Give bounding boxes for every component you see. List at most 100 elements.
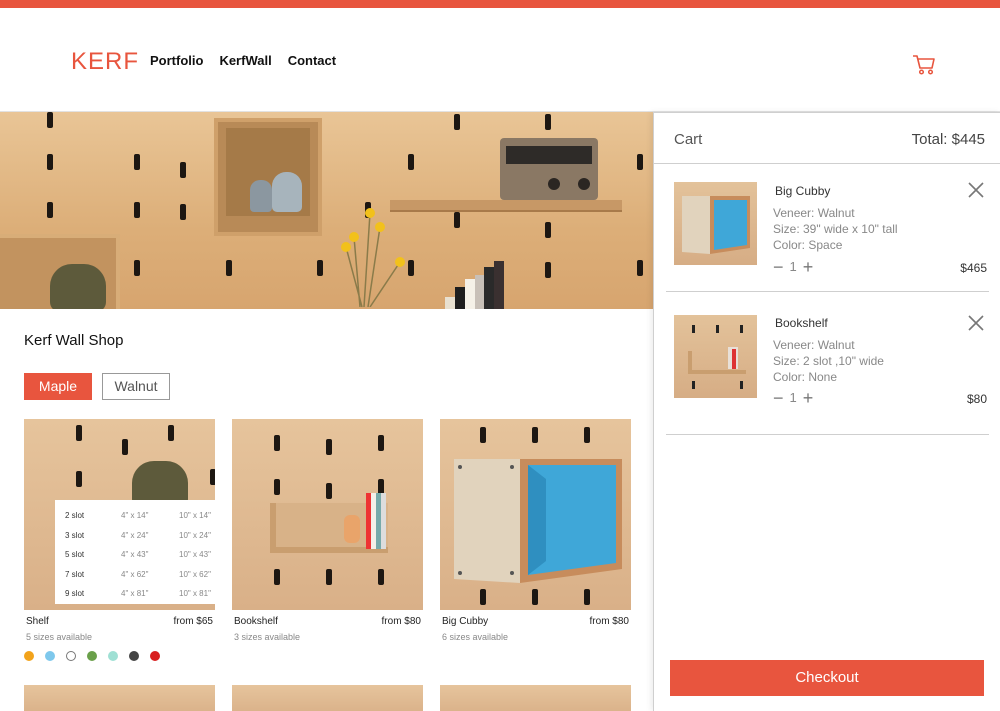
cart-item-size: Size: 39" wide x 10" tall: [773, 222, 898, 236]
size-slot: 2 slot: [65, 511, 85, 521]
size-slot: 9 slot: [65, 589, 85, 599]
plus-icon[interactable]: +: [803, 258, 814, 276]
cart-item-veneer: Veneer: Walnut: [773, 338, 855, 352]
product-name[interactable]: Bookshelf: [234, 616, 278, 627]
size-slot: 7 slot: [65, 569, 85, 579]
cart-title: Cart: [674, 131, 703, 148]
cubby-icon: [682, 196, 750, 254]
product-card-big-cubby[interactable]: Big Cubby from $80 6 sizes available: [440, 419, 631, 642]
peg-slot: [122, 439, 128, 455]
swatch-green[interactable]: [87, 651, 97, 661]
size-walnut: 10" x 62": [179, 569, 211, 579]
peg-slot: [134, 202, 140, 218]
cart-icon[interactable]: [912, 54, 936, 76]
cart-item-color: Color: Space: [773, 238, 843, 252]
color-swatches: [24, 651, 160, 661]
product-card-next-row[interactable]: [440, 685, 631, 711]
peg-slot: [532, 589, 538, 605]
peg-slot: [226, 260, 232, 276]
peg-slot: [47, 154, 53, 170]
toy-deer-icon: [344, 515, 360, 543]
swatch-white[interactable]: [66, 651, 76, 661]
peg-slot: [637, 154, 643, 170]
minus-icon[interactable]: −: [773, 258, 784, 276]
quantity-value: 1: [789, 390, 797, 405]
peg-slot: [47, 202, 53, 218]
peg-slot: [545, 114, 551, 130]
quantity-stepper: − 1 +: [773, 389, 814, 407]
swatch-mint[interactable]: [108, 651, 118, 661]
cart-header: Cart Total: $445: [654, 113, 1000, 164]
plus-icon[interactable]: +: [803, 389, 814, 407]
peg-slot: [584, 589, 590, 605]
peg-slot: [408, 154, 414, 170]
peg-slot: [545, 262, 551, 278]
vase-small: [250, 180, 272, 212]
hero-banner-image: [0, 112, 655, 309]
peg-slot: [168, 425, 174, 441]
peg-slot: [532, 427, 538, 443]
peg-slot: [326, 569, 332, 585]
cart-item-image: [674, 315, 757, 398]
quantity-stepper: − 1 +: [773, 258, 814, 276]
product-price: from $65: [173, 616, 213, 627]
cart-item-name: Bookshelf: [775, 316, 828, 330]
size-row: 5 slot 4" x 43" 10" x 43": [65, 545, 215, 565]
hero-pot: [50, 264, 106, 309]
product-image-bookshelf[interactable]: [232, 419, 423, 610]
peg-slot: [134, 260, 140, 276]
bookshelf-icon: [688, 325, 746, 389]
close-icon[interactable]: [967, 181, 985, 199]
cart-item-color: Color: None: [773, 370, 838, 384]
close-icon[interactable]: [967, 314, 985, 332]
product-card-next-row[interactable]: [24, 685, 215, 711]
product-sizes: 5 sizes available: [26, 632, 93, 642]
shop-title: Kerf Wall Shop: [24, 332, 124, 349]
kerf-logo[interactable]: KERF: [71, 48, 139, 76]
vase-large: [272, 172, 302, 212]
product-image-big-cubby[interactable]: [440, 419, 631, 610]
size-maple: 4" x 14": [121, 511, 149, 521]
peg-slot: [326, 439, 332, 455]
size-maple: 4" x 43": [121, 550, 149, 560]
cart-panel: Cart Total: $445 Big Cubby Veneer: Walnu…: [653, 112, 1000, 711]
quantity-value: 1: [789, 259, 797, 274]
cart-item-veneer: Veneer: Walnut: [773, 206, 855, 220]
product-name[interactable]: Big Cubby: [442, 616, 488, 627]
size-slot: 3 slot: [65, 530, 85, 540]
nav-portfolio[interactable]: Portfolio: [150, 53, 203, 68]
cart-item-big-cubby: Big Cubby Veneer: Walnut Size: 39" wide …: [666, 165, 989, 292]
product-card-shelf[interactable]: 2 slot 4" x 14" 10" x 14" 3 slot 4" x 24…: [24, 419, 215, 642]
cart-item-price: $465: [960, 261, 987, 275]
size-table: 2 slot 4" x 14" 10" x 14" 3 slot 4" x 24…: [55, 500, 215, 604]
product-card-bookshelf[interactable]: Bookshelf from $80 3 sizes available: [232, 419, 423, 642]
swatch-dark-grey[interactable]: [129, 651, 139, 661]
swatch-light-blue[interactable]: [45, 651, 55, 661]
size-walnut: 10" x 81": [179, 589, 211, 599]
size-maple: 4" x 24": [121, 530, 149, 540]
product-card-next-row[interactable]: [232, 685, 423, 711]
product-image-shelf[interactable]: 2 slot 4" x 14" 10" x 14" 3 slot 4" x 24…: [24, 419, 215, 610]
hero-plank-shelf: [390, 200, 622, 210]
books-icon: [445, 261, 504, 309]
nav-kerfwall[interactable]: KerfWall: [219, 53, 271, 68]
product-sizes: 3 sizes available: [234, 632, 301, 642]
size-walnut: 10" x 24": [179, 530, 211, 540]
minus-icon[interactable]: −: [773, 389, 784, 407]
swatch-red[interactable]: [150, 651, 160, 661]
veneer-walnut-button[interactable]: Walnut: [102, 373, 170, 400]
size-walnut: 10" x 43": [179, 550, 211, 560]
swatch-orange[interactable]: [24, 651, 34, 661]
peg-slot: [378, 435, 384, 451]
cart-item-name: Big Cubby: [775, 184, 831, 198]
product-name[interactable]: Shelf: [26, 616, 49, 627]
main-nav: Portfolio KerfWall Contact: [150, 53, 336, 68]
peg-slot: [76, 471, 82, 487]
veneer-maple-button[interactable]: Maple: [24, 373, 92, 400]
peg-slot: [378, 569, 384, 585]
nav-contact[interactable]: Contact: [288, 53, 336, 68]
cart-item-image: [674, 182, 757, 265]
size-row: 2 slot 4" x 14" 10" x 14": [65, 506, 215, 526]
cart-item-size: Size: 2 slot ,10" wide: [773, 354, 884, 368]
checkout-button[interactable]: Checkout: [670, 660, 984, 696]
